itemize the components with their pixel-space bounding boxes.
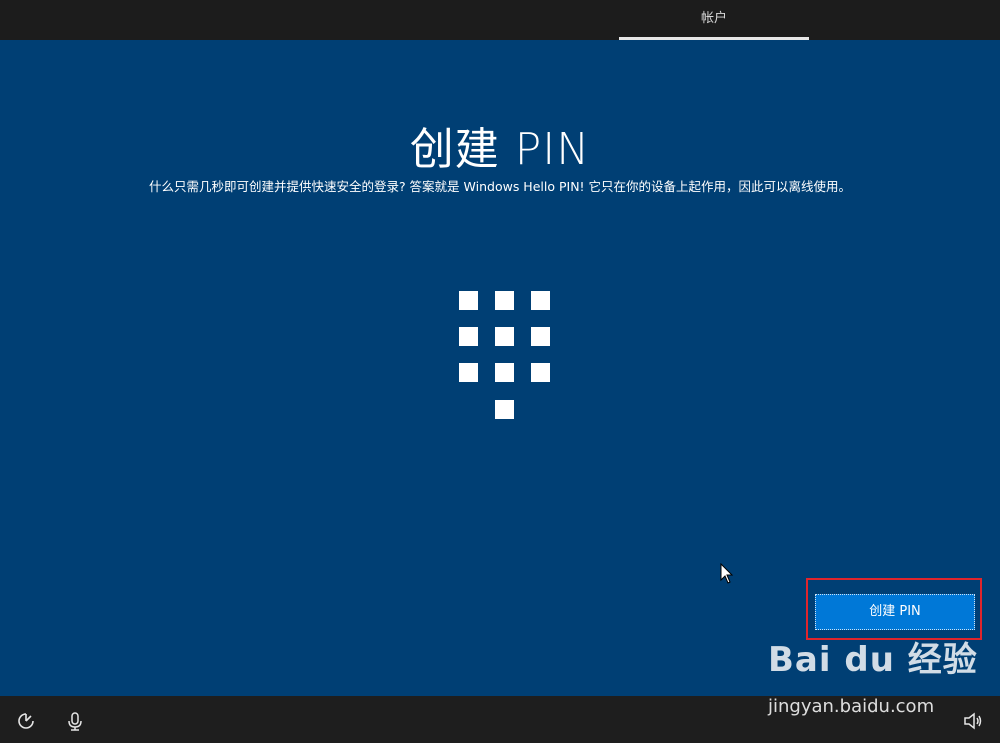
keypad-dot <box>531 363 550 382</box>
keypad-dot <box>459 363 478 382</box>
create-pin-button[interactable]: 创建 PIN <box>815 594 975 630</box>
pin-keypad-icon <box>459 291 551 421</box>
page-description: 什么只需几秒即可创建并提供快速安全的登录? 答案就是 Windows Hello… <box>148 179 852 194</box>
keypad-dot <box>495 327 514 346</box>
mouse-cursor-icon <box>720 563 734 584</box>
keypad-dot <box>459 291 478 310</box>
ease-of-access-icon[interactable] <box>15 710 37 732</box>
tab-account[interactable]: 帐户 <box>619 0 809 40</box>
page-title: 创建 PIN <box>409 124 591 175</box>
top-tab-bar: 帐户 <box>0 0 1000 40</box>
bottom-bar <box>0 696 1000 743</box>
keypad-dot <box>459 327 478 346</box>
keypad-dot <box>531 327 550 346</box>
keypad-dot <box>531 291 550 310</box>
oobe-window: 帐户 创建 PIN 什么只需几秒即可创建并提供快速安全的登录? 答案就是 Win… <box>0 0 1000 743</box>
keypad-dot <box>495 291 514 310</box>
microphone-icon[interactable] <box>64 710 86 732</box>
keypad-dot <box>495 363 514 382</box>
keypad-dot <box>495 400 514 419</box>
volume-icon[interactable] <box>962 710 984 732</box>
